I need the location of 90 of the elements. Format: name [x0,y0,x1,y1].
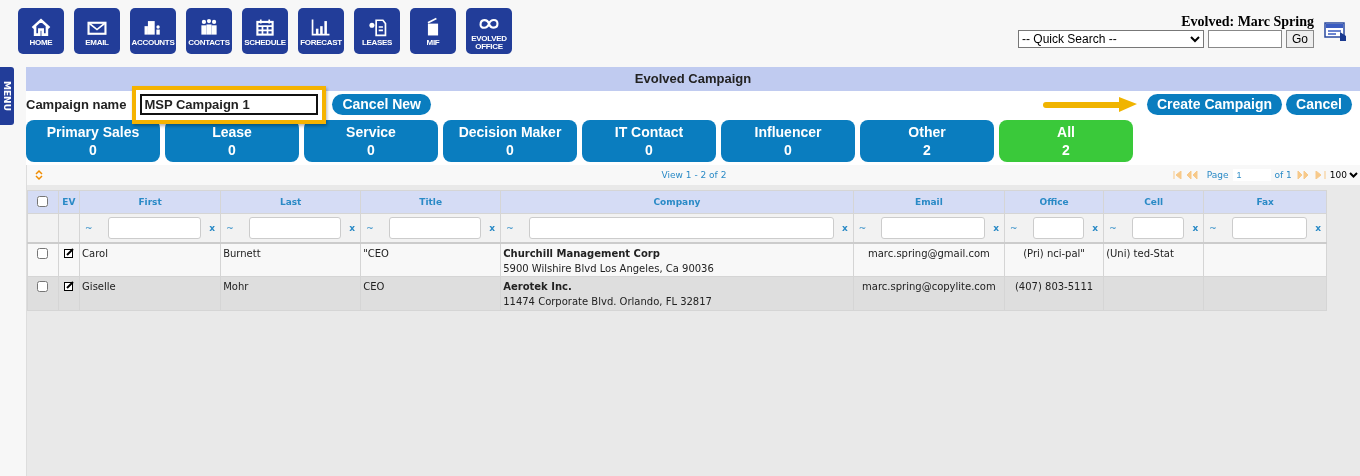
table-cell: CEO [360,276,501,311]
sort-icon[interactable] [35,169,43,181]
nav-button[interactable]: SCHEDULE [242,8,288,54]
filter-field[interactable] [107,216,202,239]
nav-button[interactable]: LEASES [354,8,400,54]
table-cell: (Pri) nci-pal" [1023,247,1085,259]
filter-operator[interactable]: ~ [85,222,93,233]
quick-search-select[interactable]: -- Quick Search -- [1018,30,1204,48]
filter-field[interactable] [248,216,342,239]
filter-operator[interactable]: ~ [366,222,374,233]
menu-tab[interactable]: MENU [0,67,14,125]
filter-field[interactable] [881,216,986,239]
column-header[interactable]: Company [500,190,854,214]
cancel-button[interactable]: Cancel [1286,93,1352,115]
company-name: Aerotek Inc. [503,281,573,292]
clear-filter[interactable]: x [993,222,999,233]
filter-operator[interactable]: ~ [1209,222,1217,233]
clear-filter[interactable]: x [841,222,848,233]
campaign-name-label: Campaign name [26,96,127,112]
category-tab[interactable]: IT Contact 0 [582,120,716,162]
filter-field[interactable] [1231,216,1308,239]
page-label: Page [1206,170,1229,180]
filter-field[interactable] [1032,216,1085,239]
company-address: 5900 Wilshire Blvd Los Angeles, Ca 90036 [503,262,715,274]
page-field[interactable]: 1 [1232,169,1271,181]
column-header[interactable]: Office [1004,190,1104,214]
chevron-icon [1349,172,1358,178]
column-header[interactable]: Cell [1103,190,1204,214]
clear-filter[interactable]: x [1092,222,1099,233]
column-header[interactable]: Title [360,190,501,214]
category-tab[interactable]: Other 2 [860,120,994,162]
create-campaign-button[interactable]: Create Campaign [1146,93,1283,115]
column-header[interactable]: Last [220,190,361,214]
table-cell: marc.spring@gmail.com [867,247,990,259]
company-name: Churchill Management Corp [503,247,661,259]
category-tab[interactable]: Decision Maker 0 [443,120,577,162]
clear-filter[interactable]: x [349,222,356,233]
news-icon[interactable] [1324,20,1348,44]
nav-button[interactable]: ACCOUNTS [130,8,176,54]
table-cell: Mohr [220,276,361,311]
filter-operator[interactable]: ~ [1109,222,1117,233]
row-checkbox[interactable] [37,247,49,259]
company-address: 11474 Corporate Blvd. Orlando, FL 32817 [503,296,713,307]
nav-button[interactable]: CONTACTS [186,8,232,54]
category-tab[interactable]: Primary Sales 0 [26,120,160,162]
chevron-icon [1190,35,1200,43]
nav-button[interactable]: MIF [410,8,456,54]
row-checkbox[interactable] [37,281,49,292]
table-cell: Giselle [79,276,221,311]
nav-button[interactable]: EMAIL [74,8,120,54]
next-last-icon[interactable] [1295,171,1326,179]
column-header[interactable]: Fax [1203,190,1327,214]
table-cell: Burnett [220,242,361,277]
campaign-name-field[interactable]: MSP Campaign 1 [140,93,319,115]
clear-filter[interactable]: x [1315,222,1321,233]
view-count: View 1 - 2 of 2 [661,170,727,180]
table-cell: "CEO [360,242,501,277]
panel-title: Evolved Campaign [26,67,1360,91]
page-total: of 1 [1274,170,1292,180]
clear-filter[interactable]: x [1192,222,1199,233]
table-cell: (407) 803-5111 [1014,281,1094,292]
clear-filter[interactable]: x [489,222,496,233]
table-cell: (Uni) ted-Stat [1106,247,1174,259]
cancel-new-button[interactable]: Cancel New [332,93,431,115]
select-all-checkbox[interactable] [37,195,49,207]
filter-field[interactable] [1131,216,1185,239]
filter-field[interactable] [388,216,482,239]
go-button[interactable]: Go [1286,30,1314,48]
search-field[interactable] [1208,30,1282,48]
column-header[interactable]: First [79,190,221,214]
edit-icon[interactable] [63,247,74,258]
edit-icon[interactable] [63,281,74,291]
user-name: Evolved: Marc Spring [1181,14,1314,30]
column-header[interactable]: Email [853,190,1005,214]
table-cell: Carol [79,242,221,277]
category-tab[interactable]: Influencer 0 [721,120,855,162]
nav-button[interactable]: FORECAST [298,8,344,54]
page-size-select[interactable]: 100 [1329,170,1358,180]
filter-operator[interactable]: ~ [226,222,234,233]
filter-operator[interactable]: ~ [506,222,514,233]
clear-filter[interactable]: x [209,222,216,233]
filter-operator[interactable]: ~ [858,222,867,233]
nav-button[interactable]: EVOLVED OFFICE [466,8,512,54]
filter-operator[interactable]: ~ [1010,222,1018,233]
category-tab[interactable]: All 2 [999,120,1133,162]
column-header[interactable]: EV [58,190,80,214]
filter-field[interactable] [528,216,834,239]
table-cell: marc.spring@copylite.com [862,281,996,292]
nav-button[interactable]: HOME [18,8,64,54]
category-tab[interactable]: Service 0 [304,120,438,162]
